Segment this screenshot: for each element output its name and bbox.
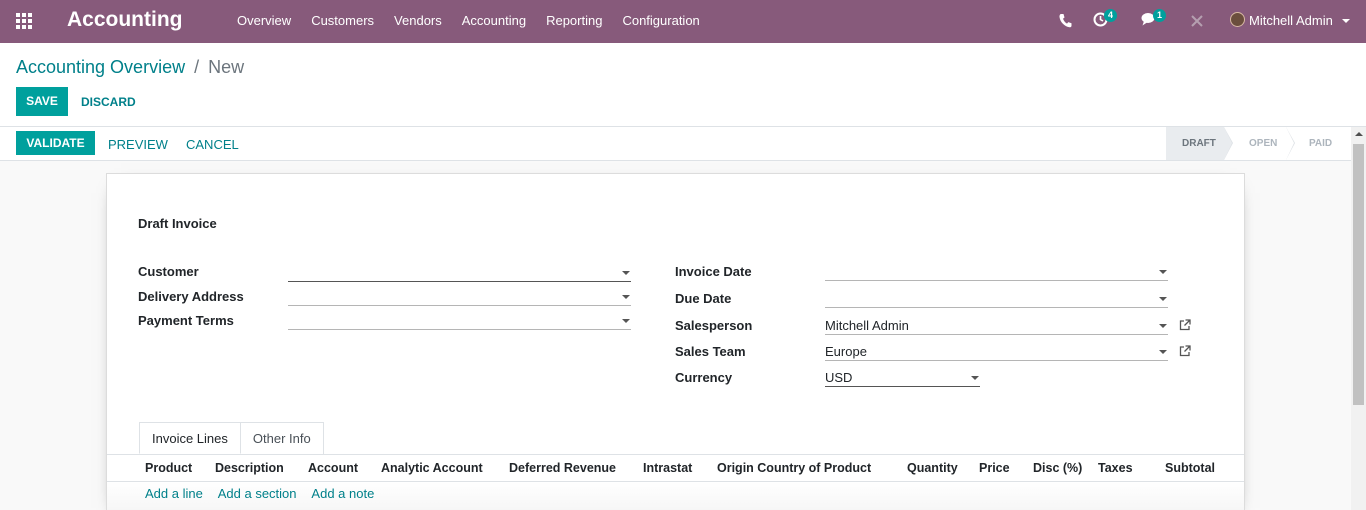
preview-button[interactable]: Preview xyxy=(108,137,168,152)
validate-button[interactable]: Validate xyxy=(16,131,95,155)
currency-label: Currency xyxy=(675,370,733,385)
invoice-date-label: Invoice Date xyxy=(675,264,752,279)
breadcrumb-current: New xyxy=(208,57,245,77)
scrollbar-thumb[interactable] xyxy=(1353,144,1364,405)
column-taxes[interactable]: Taxes xyxy=(1098,461,1133,475)
top-navbar: Accounting Overview Customers Vendors Ac… xyxy=(0,0,1366,43)
messages-badge: 1 xyxy=(1153,9,1167,22)
customer-field[interactable] xyxy=(288,265,631,282)
stage-draft-label: Draft xyxy=(1182,138,1216,149)
messages-menu[interactable]: 1 xyxy=(1141,9,1171,32)
tab-invoice-lines[interactable]: Invoice Lines xyxy=(139,422,241,454)
payment-terms-field[interactable] xyxy=(288,313,631,330)
stage-open-label: Open xyxy=(1249,138,1278,149)
add-section-link[interactable]: Add a section xyxy=(218,486,297,501)
add-line-links: Add a line Add a section Add a note xyxy=(145,486,386,501)
column-intrastat[interactable]: Intrastat xyxy=(643,461,692,475)
main-menu: Overview Customers Vendors Accounting Re… xyxy=(227,0,710,43)
stage-arrow-shape xyxy=(1224,127,1232,160)
caret-down-icon[interactable] xyxy=(622,295,630,299)
column-subtotal[interactable]: Subtotal xyxy=(1165,461,1215,475)
activity-menu[interactable]: 4 xyxy=(1093,9,1123,32)
caret-down-icon[interactable] xyxy=(1159,324,1167,328)
external-link-icon[interactable] xyxy=(1179,319,1191,331)
activity-badge: 4 xyxy=(1104,9,1118,22)
tab-other-info[interactable]: Other Info xyxy=(240,422,324,454)
salesperson-value: Mitchell Admin xyxy=(825,318,909,333)
user-menu-name[interactable]: Mitchell Admin xyxy=(1249,13,1333,28)
invoice-form-sheet: Draft Invoice Customer Delivery Address … xyxy=(106,173,1245,510)
column-account[interactable]: Account xyxy=(308,461,358,475)
column-quantity[interactable]: Quantity xyxy=(907,461,958,475)
vertical-scrollbar[interactable] xyxy=(1351,127,1366,510)
caret-down-icon[interactable] xyxy=(971,376,979,380)
caret-down-icon[interactable] xyxy=(1159,297,1167,301)
breadcrumb: Accounting Overview / New xyxy=(16,57,244,78)
due-date-label: Due Date xyxy=(675,291,732,306)
stage-paid-label: Paid xyxy=(1309,138,1333,149)
user-avatar[interactable] xyxy=(1230,12,1245,27)
menu-accounting[interactable]: Accounting xyxy=(452,0,536,43)
column-description[interactable]: Description xyxy=(215,461,284,475)
app-brand[interactable]: Accounting xyxy=(67,8,183,32)
column-discount[interactable]: Disc (%) xyxy=(1033,461,1082,475)
menu-overview[interactable]: Overview xyxy=(227,0,301,43)
phone-icon[interactable] xyxy=(1058,13,1072,29)
column-origin-country[interactable]: Origin Country of Product xyxy=(717,461,871,475)
external-link-icon[interactable] xyxy=(1179,345,1191,357)
column-price[interactable]: Price xyxy=(979,461,1010,475)
payment-terms-label: Payment Terms xyxy=(138,313,234,328)
column-deferred-revenue[interactable]: Deferred Revenue xyxy=(509,461,616,475)
add-note-link[interactable]: Add a note xyxy=(311,486,374,501)
column-product[interactable]: Product xyxy=(145,461,192,475)
scroll-up-arrow-icon[interactable] xyxy=(1355,132,1363,136)
currency-value: USD xyxy=(825,370,853,385)
form-title: Draft Invoice xyxy=(138,216,217,231)
menu-vendors[interactable]: Vendors xyxy=(384,0,452,43)
save-button[interactable]: Save xyxy=(16,87,68,116)
control-panel: Accounting Overview / New Save Discard xyxy=(0,43,1366,127)
invoice-lines-table-header: Product Description Account Analytic Acc… xyxy=(107,454,1244,482)
discard-button[interactable]: Discard xyxy=(81,95,136,109)
currency-field[interactable]: USD xyxy=(825,370,980,387)
due-date-field[interactable] xyxy=(825,291,1168,308)
menu-configuration[interactable]: Configuration xyxy=(612,0,709,43)
caret-down-icon[interactable] xyxy=(622,319,630,323)
menu-reporting[interactable]: Reporting xyxy=(536,0,612,43)
debug-tools-icon[interactable] xyxy=(1190,14,1204,28)
cancel-button[interactable]: Cancel xyxy=(186,137,239,152)
chevron-down-icon[interactable] xyxy=(1342,19,1350,23)
breadcrumb-separator: / xyxy=(194,57,200,77)
apps-menu-icon[interactable] xyxy=(16,13,34,29)
stage-open[interactable]: Open xyxy=(1224,127,1295,160)
sales-team-field[interactable]: Europe xyxy=(825,344,1168,361)
delivery-address-label: Delivery Address xyxy=(138,289,244,304)
status-stages: Draft Open Paid xyxy=(1166,127,1351,160)
caret-down-icon[interactable] xyxy=(1159,270,1167,274)
sales-team-label: Sales Team xyxy=(675,344,746,359)
caret-down-icon[interactable] xyxy=(1159,350,1167,354)
caret-down-icon[interactable] xyxy=(622,271,630,275)
status-bar: Validate Preview Cancel Draft Open Paid xyxy=(0,127,1351,161)
invoice-date-field[interactable] xyxy=(825,264,1168,281)
menu-customers[interactable]: Customers xyxy=(301,0,384,43)
breadcrumb-parent[interactable]: Accounting Overview xyxy=(16,57,185,77)
stage-draft[interactable]: Draft xyxy=(1166,127,1233,160)
salesperson-label: Salesperson xyxy=(675,318,753,333)
add-line-link[interactable]: Add a line xyxy=(145,486,203,501)
stage-arrow-shape xyxy=(1286,127,1294,160)
form-tabs: Invoice Lines Other Info xyxy=(139,422,324,454)
stage-paid[interactable]: Paid xyxy=(1286,127,1351,160)
column-analytic-account[interactable]: Analytic Account xyxy=(381,461,483,475)
delivery-address-field[interactable] xyxy=(288,289,631,306)
sales-team-value: Europe xyxy=(825,344,867,359)
customer-label: Customer xyxy=(138,264,199,279)
salesperson-field[interactable]: Mitchell Admin xyxy=(825,318,1168,335)
